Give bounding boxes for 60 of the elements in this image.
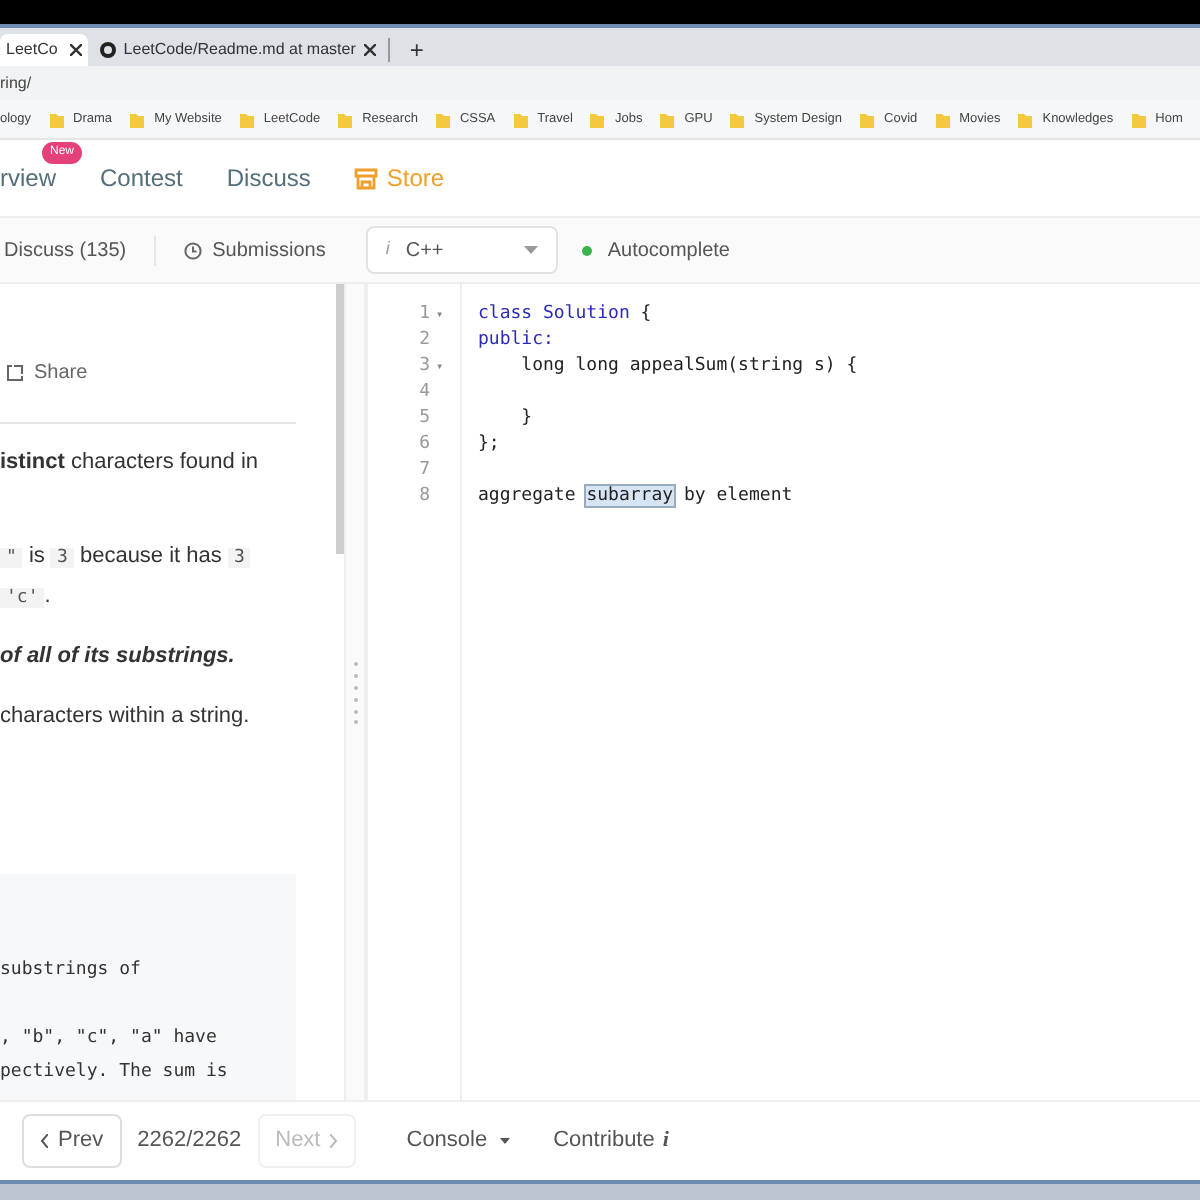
folder-icon [590,111,605,127]
browser-tab[interactable]: LeetCo [0,34,88,66]
share-button[interactable]: Share [0,358,88,388]
line-number: 6 [419,432,430,458]
nav-link[interactable]: rview [0,160,57,196]
folder-icon [338,111,353,127]
line-number: 2 [419,328,430,354]
line-number: 8 [419,484,430,510]
console-button[interactable]: Console [406,1124,510,1158]
folder-icon [730,111,745,127]
code-line: long long appealSum(string s) { [519,354,858,380]
chevron-icon [40,1134,48,1148]
folder-icon [1018,111,1033,127]
example-code-line: pectively. The sum is [0,1060,228,1086]
autocomplete-toggle[interactable]: Autocomplete [607,235,730,265]
line-number: 1 [419,302,430,328]
line-number: 3 [419,354,430,380]
folder-icon [1131,111,1146,127]
chevron-icon [330,1134,339,1148]
address-text: ring/ [0,71,32,95]
description-text: 'c' . [0,578,336,614]
code-line: } [519,406,533,432]
page-counter: 2262/2262 [137,1126,242,1157]
nav-link[interactable]: Discuss [226,160,311,196]
caret-icon [499,1138,510,1144]
browser-tab[interactable]: LeetCode/Readme.md at master [87,34,388,66]
close-icon[interactable] [69,44,82,56]
folder-icon [49,111,64,127]
folder-icon [435,111,450,127]
line-number: 5 [419,406,430,432]
description-text: characters within a string. [0,702,252,732]
store-icon [354,167,379,189]
code-line: }; [478,432,500,458]
example-code-line: substrings of [0,958,141,984]
folder-icon [513,111,528,127]
line-number: 4 [419,380,430,406]
line-number: 7 [419,458,430,484]
panel-tab[interactable]: Submissions [212,235,326,265]
language-dropdown[interactable]: i C++ [365,226,558,274]
new-tab-button[interactable]: + [389,34,444,66]
description-text: " is 3 because it has 3 [0,538,336,574]
folder-icon [860,111,875,127]
drag-handle-icon[interactable] [353,660,357,724]
description-text: of all of its substrings. [0,642,237,672]
code-line: class Solution { [478,302,652,328]
description-text: istinct characters found in [0,448,261,478]
folder-icon [935,111,950,127]
folder-icon [239,111,254,127]
folder-icon [130,111,145,127]
code-line: aggregate subarray by element [478,484,793,510]
caret-icon [523,246,538,254]
nav-link[interactable]: Contest [100,160,183,196]
panel-tab[interactable]: Discuss (135) [4,235,127,265]
example-code-line: , "b", "c", "a" have [0,1026,217,1052]
close-icon[interactable] [363,44,376,56]
contribute-button[interactable]: Contribute i [553,1124,669,1158]
prev-button[interactable]: Prev [22,1114,122,1168]
clock-icon [184,241,203,259]
code-line: public: [478,328,554,354]
folder-icon [660,111,675,127]
